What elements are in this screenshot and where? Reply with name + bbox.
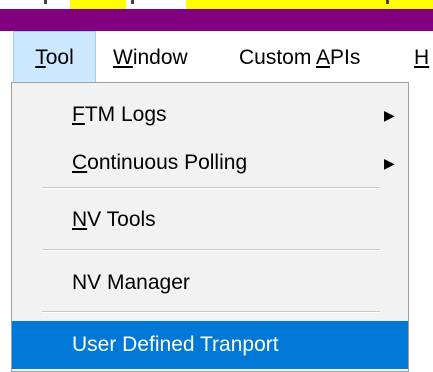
mnemonic: W xyxy=(113,46,133,69)
mnemonic: C xyxy=(72,151,88,174)
mnemonic: N xyxy=(72,208,88,231)
menu-help[interactable]: H xyxy=(414,31,429,83)
menu-separator xyxy=(42,249,380,251)
menu-item-label: NV Tools xyxy=(72,196,156,244)
menu-label: PIs xyxy=(330,46,361,69)
menu-item-label: User Defined Tranport xyxy=(72,333,279,356)
menu-item-continuous-polling[interactable]: Continuous Polling ▶ xyxy=(12,139,408,187)
menu-item-label: NV Manager xyxy=(72,259,190,307)
menu-item-user-defined-transport[interactable]: User Defined Tranport xyxy=(12,321,408,369)
menu-item-label: Continuous Polling xyxy=(72,139,247,187)
menu-bar: Tool Window Custom APIs H xyxy=(0,31,433,83)
menu-window[interactable]: Window xyxy=(113,31,188,83)
mnemonic: g xyxy=(159,271,172,294)
menu-label: er xyxy=(171,271,190,294)
highlight-mark xyxy=(186,0,433,9)
highlight-mark xyxy=(70,0,126,9)
submenu-arrow-icon: ▶ xyxy=(384,107,395,123)
menu-separator xyxy=(42,187,380,189)
text-fragment xyxy=(131,0,134,4)
mnemonic: T xyxy=(35,46,46,69)
menu-label: indow xyxy=(132,46,188,69)
menu-custom-apis[interactable]: Custom APIs xyxy=(239,31,360,83)
mnemonic: F xyxy=(72,103,85,126)
menu-label: ool xyxy=(45,46,74,69)
tool-dropdown-menu: FTM Logs ▶ Continuous Polling ▶ NV Tools… xyxy=(11,82,409,372)
menu-label: TM Logs xyxy=(84,103,167,126)
text-fragment xyxy=(44,0,47,4)
menu-label: NV Mana xyxy=(72,271,160,294)
menu-item-nv-tools[interactable]: NV Tools xyxy=(12,196,408,244)
top-strip xyxy=(0,0,433,9)
text-fragment xyxy=(386,0,389,4)
menu-label: Custom xyxy=(239,46,317,69)
menu-tool[interactable]: Tool xyxy=(13,31,96,83)
menu-item-nv-manager[interactable]: NV Manager xyxy=(12,259,408,307)
submenu-arrow-icon: ▶ xyxy=(384,155,395,171)
title-bar xyxy=(0,9,433,31)
menu-item-ftm-logs[interactable]: FTM Logs ▶ xyxy=(12,91,408,139)
menu-item-label: FTM Logs xyxy=(72,91,167,139)
mnemonic: A xyxy=(316,46,331,69)
menu-label: V Tools xyxy=(87,208,156,231)
mnemonic: H xyxy=(414,46,430,69)
menu-label: ontinuous Polling xyxy=(87,151,248,174)
menu-separator xyxy=(42,311,380,313)
